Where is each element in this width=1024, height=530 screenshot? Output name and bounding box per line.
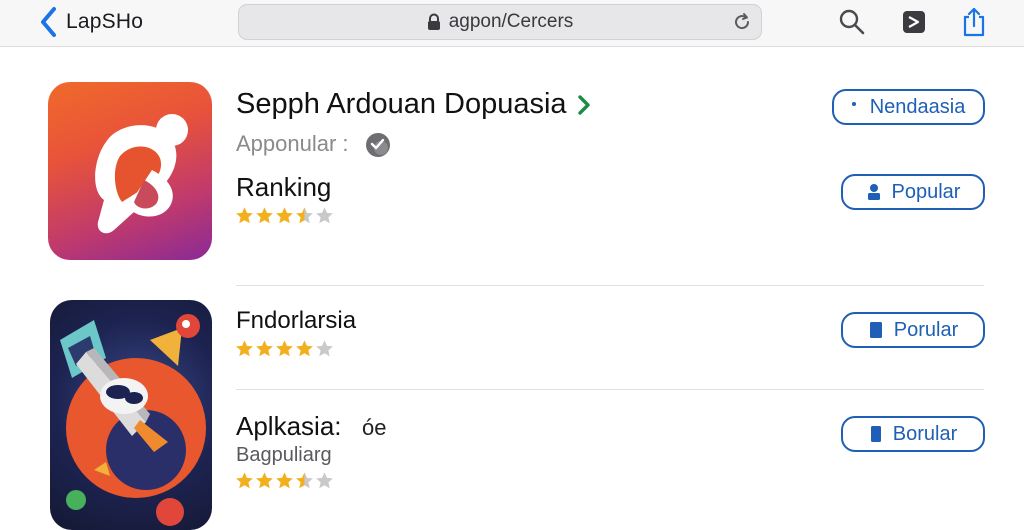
divider	[236, 389, 984, 390]
search-button[interactable]	[838, 8, 866, 36]
app-title-glyph: óe	[362, 415, 387, 440]
back-button[interactable]: LapSHo	[38, 6, 143, 38]
button-label: Porular	[893, 318, 959, 341]
star-filled-icon	[236, 340, 253, 357]
star-filled-icon	[236, 207, 253, 224]
address-bar[interactable]: agpon/Cercers	[238, 4, 762, 40]
section-label: Ranking	[236, 172, 332, 202]
search-icon	[839, 9, 865, 35]
star-half-icon	[296, 207, 313, 224]
app-title[interactable]: Sepph Ardouan Dopuasia	[236, 88, 591, 121]
star-filled-icon	[276, 207, 293, 224]
star-empty-icon	[316, 207, 333, 224]
porular-button[interactable]: Porular	[841, 312, 985, 348]
dot-icon	[851, 102, 856, 106]
tabs-button[interactable]	[900, 8, 928, 36]
chevron-left-icon	[41, 7, 56, 37]
bookmark-icon	[869, 322, 882, 338]
star-filled-icon	[276, 472, 293, 489]
popular-button[interactable]: Popular	[841, 174, 985, 210]
rocket-game-icon[interactable]	[50, 300, 212, 530]
share-icon	[963, 7, 985, 37]
tabs-icon	[903, 11, 925, 33]
app-listing: Sepph Ardouan Dopuasia Apponular : Ranki…	[0, 47, 1024, 530]
star-filled-icon	[296, 340, 313, 357]
bookmark-icon	[870, 426, 881, 442]
star-empty-icon	[316, 340, 333, 357]
star-filled-icon	[276, 340, 293, 357]
app-logo-icon[interactable]	[48, 82, 212, 260]
star-filled-icon	[236, 472, 253, 489]
borular-button[interactable]: Borular	[841, 416, 985, 452]
button-label: Borular	[892, 422, 958, 445]
browser-toolbar: LapSHo agpon/Cercers	[0, 0, 1024, 47]
person-icon	[867, 184, 880, 200]
verified-badge-icon	[366, 133, 390, 157]
star-filled-icon	[256, 472, 273, 489]
star-filled-icon	[256, 207, 273, 224]
button-label: Nendaasia	[869, 95, 966, 118]
back-label: LapSHo	[66, 10, 144, 33]
star-rating	[235, 471, 334, 490]
rocket-game-art	[60, 314, 206, 526]
lock-icon	[427, 13, 440, 30]
star-rating	[235, 206, 334, 225]
app-title[interactable]: Fndorlarsia	[236, 307, 356, 335]
app-title-text: Sepph Ardouan Dopuasia	[236, 88, 567, 120]
app-logo-art	[95, 114, 188, 234]
share-button[interactable]	[960, 7, 988, 37]
star-empty-icon	[316, 472, 333, 489]
button-label: Popular	[891, 180, 961, 203]
reload-icon[interactable]	[731, 11, 753, 33]
star-rating	[235, 339, 334, 358]
star-half-icon	[296, 472, 313, 489]
chevron-right-icon	[577, 95, 590, 116]
app-title[interactable]: Aplkasia:	[236, 411, 342, 442]
app-subtitle: Bagpuliarg	[236, 444, 332, 466]
divider	[236, 285, 984, 286]
url-text: agpon/Cercers	[448, 11, 574, 32]
app-subtitle: Apponular :	[236, 131, 349, 156]
star-filled-icon	[256, 340, 273, 357]
nendaasia-button[interactable]: Nendaasia	[832, 89, 985, 125]
